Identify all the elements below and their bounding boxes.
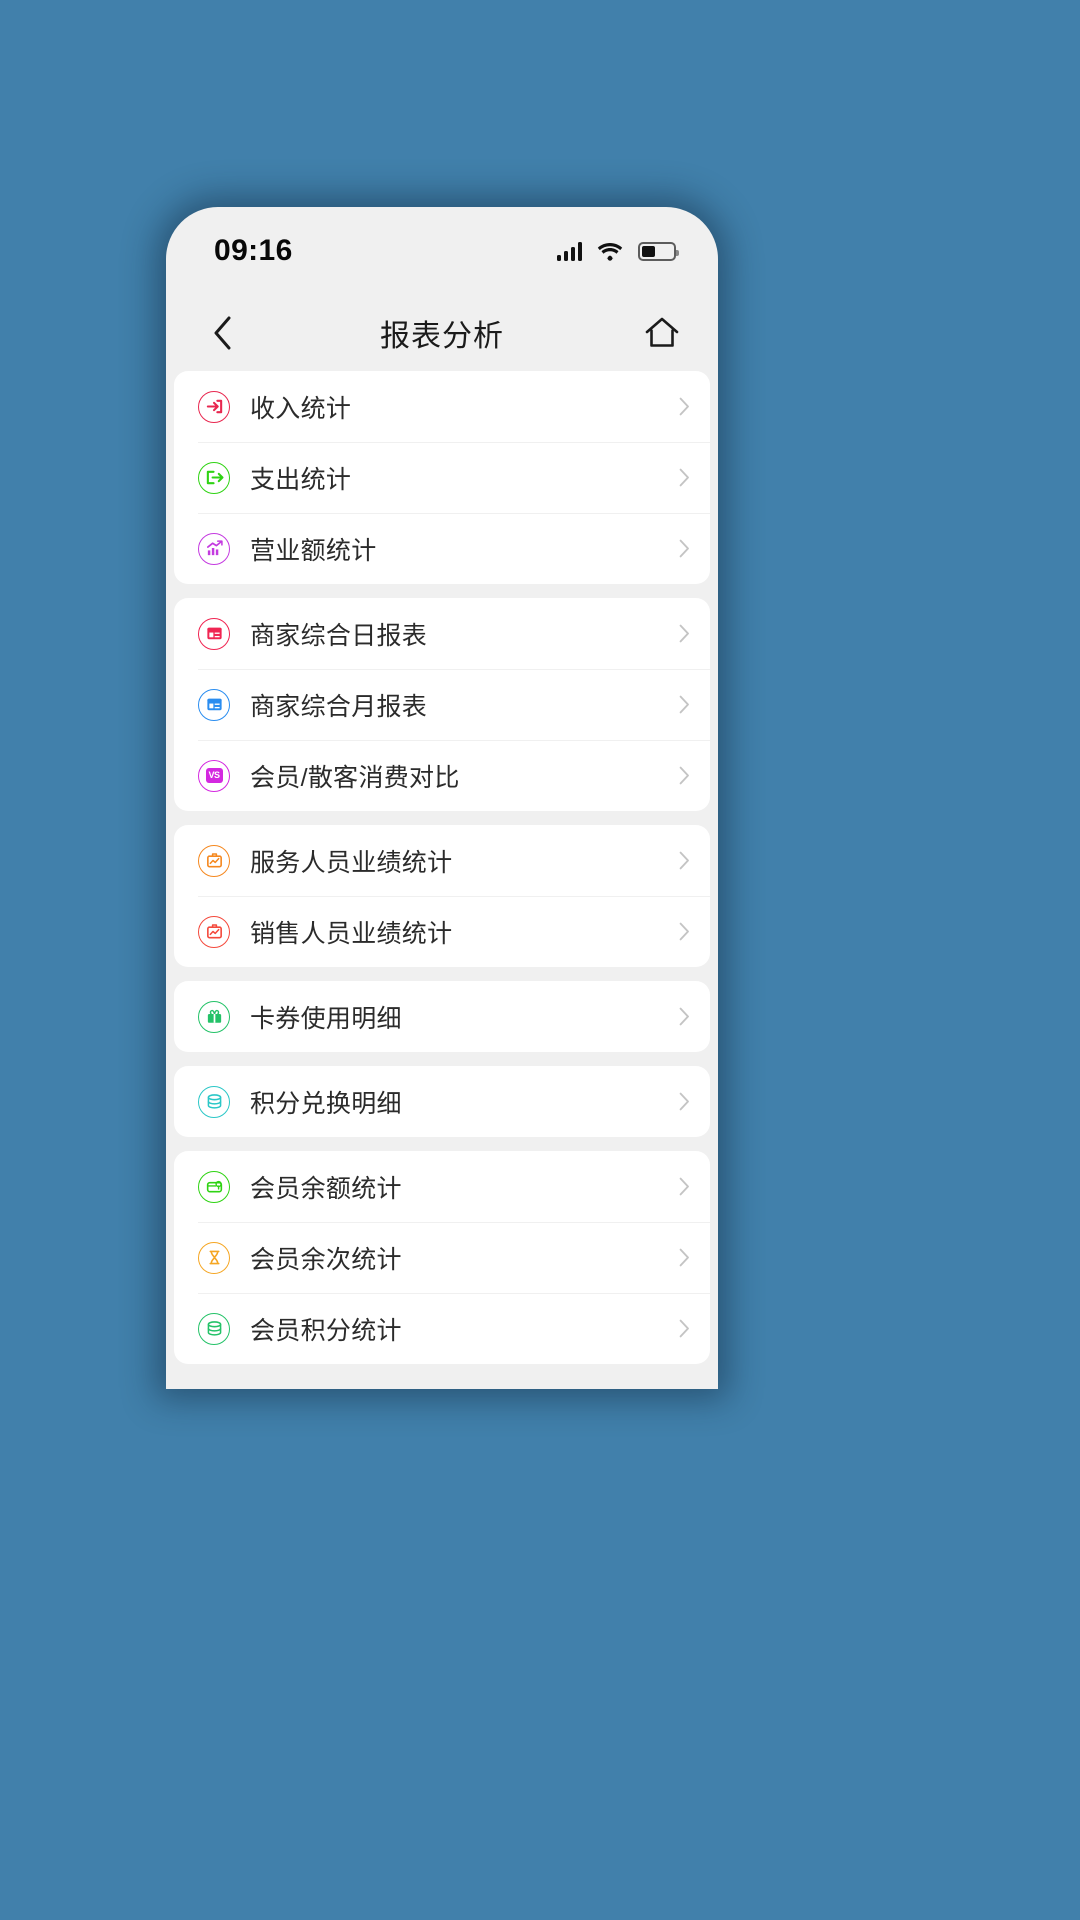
report-list-item[interactable]: 销售人员业绩统计 — [174, 896, 710, 967]
back-button[interactable] — [200, 311, 244, 355]
chevron-right-icon — [679, 1092, 690, 1111]
report-window-icon — [198, 688, 230, 721]
report-list-item[interactable]: 收入统计 — [174, 371, 710, 442]
report-list-item-label: 会员积分统计 — [250, 1316, 402, 1345]
report-group-card: 收入统计支出统计营业额统计 — [174, 371, 710, 584]
battery-icon — [638, 241, 679, 261]
report-list-item-label: 商家综合日报表 — [250, 621, 428, 650]
chevron-right-icon — [679, 851, 690, 870]
report-list-item[interactable]: 服务人员业绩统计 — [174, 825, 710, 896]
signal-bars-icon — [556, 241, 582, 261]
report-list-item-label: 销售人员业绩统计 — [250, 919, 453, 948]
report-list-item[interactable]: 营业额统计 — [174, 513, 710, 584]
report-list-item-label: 收入统计 — [250, 394, 352, 423]
arrow-into-box-icon — [198, 390, 230, 423]
home-button[interactable] — [640, 311, 684, 355]
report-list-item-label: 会员余额统计 — [250, 1174, 402, 1203]
nav-bar: 报表分析 — [166, 295, 718, 371]
report-list[interactable]: 收入统计 支出统计 营业额统计 商家综合日报表 商家综合月报表 VS 会员/散客消费对比 服务… — [166, 371, 718, 1364]
chevron-right-icon — [679, 766, 690, 785]
chevron-right-icon — [679, 1007, 690, 1026]
report-list-item-label: 营业额统计 — [250, 536, 377, 565]
report-list-item-label: 商家综合月报表 — [250, 692, 428, 721]
chevron-right-icon — [679, 922, 690, 941]
chevron-right-icon — [679, 1177, 690, 1196]
chevron-right-icon — [679, 397, 690, 416]
coins-stack-icon — [198, 1085, 230, 1118]
report-list-item-label: 积分兑换明细 — [250, 1089, 402, 1118]
report-list-item[interactable]: 支出统计 — [174, 442, 710, 513]
report-list-item[interactable]: 商家综合日报表 — [174, 598, 710, 669]
home-icon — [645, 317, 679, 347]
report-list-item-label: 会员/散客消费对比 — [250, 763, 460, 792]
report-list-item[interactable]: 会员积分统计 — [174, 1293, 710, 1364]
arrow-out-of-box-icon — [198, 461, 230, 494]
report-window-icon — [198, 617, 230, 650]
report-list-item[interactable]: 积分兑换明细 — [174, 1066, 710, 1137]
phone-frame: 09:16 报表分析 收入统计 支出统计 营业额统计 商家综合日报表 商家综合月… — [166, 207, 718, 1389]
report-list-item[interactable]: VS 会员/散客消费对比 — [174, 740, 710, 811]
vs-compare-icon: VS — [198, 759, 230, 792]
report-list-item-label: 卡券使用明细 — [250, 1004, 402, 1033]
chevron-right-icon — [679, 1319, 690, 1338]
page-title: 报表分析 — [380, 320, 504, 353]
gift-card-icon — [198, 1000, 230, 1033]
bar-chart-trend-icon — [198, 532, 230, 565]
chevron-right-icon — [679, 695, 690, 714]
chevron-left-icon — [214, 316, 231, 350]
wallet-balance-icon — [198, 1170, 230, 1203]
report-list-item-label: 服务人员业绩统计 — [250, 848, 453, 877]
performance-chart-icon — [198, 915, 230, 948]
status-bar: 09:16 — [166, 207, 718, 295]
hourglass-count-icon — [198, 1241, 230, 1274]
chevron-right-icon — [679, 539, 690, 558]
report-list-item-label: 支出统计 — [250, 465, 352, 494]
wifi-icon — [597, 242, 623, 261]
status-bar-icons — [556, 241, 679, 261]
report-list-item[interactable]: 卡券使用明细 — [174, 981, 710, 1052]
report-list-item[interactable]: 会员余额统计 — [174, 1151, 710, 1222]
report-list-item-label: 会员余次统计 — [250, 1245, 402, 1274]
status-bar-time: 09:16 — [214, 234, 293, 267]
report-group-card: 服务人员业绩统计 销售人员业绩统计 — [174, 825, 710, 967]
report-group-card: 卡券使用明细 — [174, 981, 710, 1052]
report-list-item[interactable]: 会员余次统计 — [174, 1222, 710, 1293]
coins-stack-icon — [198, 1312, 230, 1345]
report-list-item[interactable]: 商家综合月报表 — [174, 669, 710, 740]
report-group-card: 商家综合日报表 商家综合月报表 VS 会员/散客消费对比 — [174, 598, 710, 811]
report-group-card: 积分兑换明细 — [174, 1066, 710, 1137]
chevron-right-icon — [679, 1248, 690, 1267]
report-group-card: 会员余额统计 会员余次统计 会员积分统计 — [174, 1151, 710, 1364]
performance-chart-icon — [198, 844, 230, 877]
chevron-right-icon — [679, 624, 690, 643]
chevron-right-icon — [679, 468, 690, 487]
